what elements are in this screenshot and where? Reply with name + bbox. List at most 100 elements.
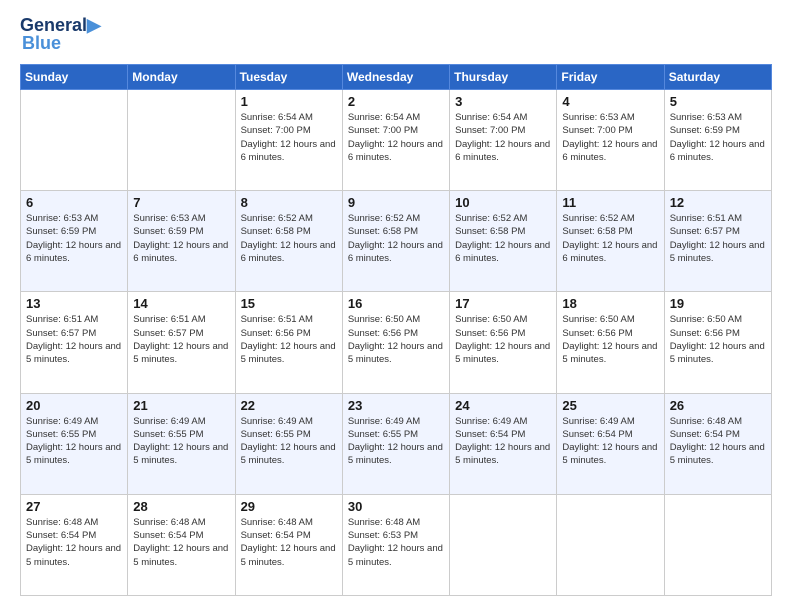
cell-info: Sunrise: 6:49 AM Sunset: 6:54 PM Dayligh… <box>455 415 551 468</box>
calendar-cell: 20 Sunrise: 6:49 AM Sunset: 6:55 PM Dayl… <box>21 393 128 494</box>
daylight: Daylight: 12 hours and 6 minutes. <box>562 240 657 264</box>
cell-info: Sunrise: 6:48 AM Sunset: 6:53 PM Dayligh… <box>348 516 444 569</box>
header: General▶ Blue <box>20 16 772 52</box>
sunset: Sunset: 6:55 PM <box>241 429 311 440</box>
cell-info: Sunrise: 6:50 AM Sunset: 6:56 PM Dayligh… <box>455 313 551 366</box>
daylight: Daylight: 12 hours and 6 minutes. <box>455 240 550 264</box>
calendar-cell: 16 Sunrise: 6:50 AM Sunset: 6:56 PM Dayl… <box>342 292 449 393</box>
logo-blue: Blue <box>22 34 61 52</box>
calendar-cell: 15 Sunrise: 6:51 AM Sunset: 6:56 PM Dayl… <box>235 292 342 393</box>
day-number: 24 <box>455 398 551 413</box>
daylight: Daylight: 12 hours and 6 minutes. <box>26 240 121 264</box>
calendar-cell: 8 Sunrise: 6:52 AM Sunset: 6:58 PM Dayli… <box>235 191 342 292</box>
calendar-cell: 24 Sunrise: 6:49 AM Sunset: 6:54 PM Dayl… <box>450 393 557 494</box>
sunset: Sunset: 6:55 PM <box>26 429 96 440</box>
sunset: Sunset: 6:59 PM <box>26 226 96 237</box>
daylight: Daylight: 12 hours and 5 minutes. <box>562 341 657 365</box>
day-number: 17 <box>455 296 551 311</box>
cell-info: Sunrise: 6:49 AM Sunset: 6:55 PM Dayligh… <box>26 415 122 468</box>
calendar-cell: 1 Sunrise: 6:54 AM Sunset: 7:00 PM Dayli… <box>235 90 342 191</box>
sunrise: Sunrise: 6:52 AM <box>455 213 527 224</box>
cell-info: Sunrise: 6:49 AM Sunset: 6:55 PM Dayligh… <box>241 415 337 468</box>
calendar-cell <box>450 494 557 595</box>
sunset: Sunset: 6:59 PM <box>133 226 203 237</box>
sunset: Sunset: 6:53 PM <box>348 530 418 541</box>
calendar-cell: 30 Sunrise: 6:48 AM Sunset: 6:53 PM Dayl… <box>342 494 449 595</box>
day-number: 14 <box>133 296 229 311</box>
calendar-cell: 13 Sunrise: 6:51 AM Sunset: 6:57 PM Dayl… <box>21 292 128 393</box>
logo: General▶ Blue <box>20 16 101 52</box>
weekday-header: Monday <box>128 65 235 90</box>
daylight: Daylight: 12 hours and 5 minutes. <box>455 442 550 466</box>
cell-info: Sunrise: 6:50 AM Sunset: 6:56 PM Dayligh… <box>348 313 444 366</box>
cell-info: Sunrise: 6:53 AM Sunset: 6:59 PM Dayligh… <box>133 212 229 265</box>
calendar-cell: 28 Sunrise: 6:48 AM Sunset: 6:54 PM Dayl… <box>128 494 235 595</box>
day-number: 11 <box>562 195 658 210</box>
daylight: Daylight: 12 hours and 5 minutes. <box>133 442 228 466</box>
sunset: Sunset: 6:56 PM <box>241 328 311 339</box>
day-number: 20 <box>26 398 122 413</box>
weekday-header: Saturday <box>664 65 771 90</box>
cell-info: Sunrise: 6:54 AM Sunset: 7:00 PM Dayligh… <box>348 111 444 164</box>
sunrise: Sunrise: 6:50 AM <box>562 314 634 325</box>
weekday-header: Sunday <box>21 65 128 90</box>
sunrise: Sunrise: 6:48 AM <box>26 517 98 528</box>
day-number: 12 <box>670 195 766 210</box>
cell-info: Sunrise: 6:52 AM Sunset: 6:58 PM Dayligh… <box>348 212 444 265</box>
sunset: Sunset: 6:54 PM <box>455 429 525 440</box>
sunset: Sunset: 6:57 PM <box>133 328 203 339</box>
calendar-cell: 27 Sunrise: 6:48 AM Sunset: 6:54 PM Dayl… <box>21 494 128 595</box>
daylight: Daylight: 12 hours and 6 minutes. <box>348 139 443 163</box>
daylight: Daylight: 12 hours and 5 minutes. <box>455 341 550 365</box>
sunset: Sunset: 6:58 PM <box>348 226 418 237</box>
logo-text: General▶ <box>20 16 101 34</box>
sunrise: Sunrise: 6:51 AM <box>133 314 205 325</box>
cell-info: Sunrise: 6:50 AM Sunset: 6:56 PM Dayligh… <box>670 313 766 366</box>
day-number: 4 <box>562 94 658 109</box>
sunset: Sunset: 7:00 PM <box>241 125 311 136</box>
daylight: Daylight: 12 hours and 6 minutes. <box>133 240 228 264</box>
page: General▶ Blue SundayMondayTuesdayWednesd… <box>0 0 792 612</box>
sunset: Sunset: 6:54 PM <box>26 530 96 541</box>
day-number: 19 <box>670 296 766 311</box>
day-number: 1 <box>241 94 337 109</box>
daylight: Daylight: 12 hours and 6 minutes. <box>670 139 765 163</box>
cell-info: Sunrise: 6:48 AM Sunset: 6:54 PM Dayligh… <box>133 516 229 569</box>
day-number: 29 <box>241 499 337 514</box>
daylight: Daylight: 12 hours and 5 minutes. <box>670 240 765 264</box>
sunset: Sunset: 6:56 PM <box>670 328 740 339</box>
calendar-cell <box>664 494 771 595</box>
cell-info: Sunrise: 6:53 AM Sunset: 7:00 PM Dayligh… <box>562 111 658 164</box>
daylight: Daylight: 12 hours and 5 minutes. <box>26 341 121 365</box>
sunrise: Sunrise: 6:48 AM <box>133 517 205 528</box>
cell-info: Sunrise: 6:52 AM Sunset: 6:58 PM Dayligh… <box>241 212 337 265</box>
calendar-cell: 23 Sunrise: 6:49 AM Sunset: 6:55 PM Dayl… <box>342 393 449 494</box>
calendar-cell: 21 Sunrise: 6:49 AM Sunset: 6:55 PM Dayl… <box>128 393 235 494</box>
sunset: Sunset: 6:56 PM <box>562 328 632 339</box>
sunset: Sunset: 7:00 PM <box>455 125 525 136</box>
daylight: Daylight: 12 hours and 5 minutes. <box>241 341 336 365</box>
daylight: Daylight: 12 hours and 5 minutes. <box>348 341 443 365</box>
day-number: 28 <box>133 499 229 514</box>
daylight: Daylight: 12 hours and 6 minutes. <box>562 139 657 163</box>
sunset: Sunset: 6:59 PM <box>670 125 740 136</box>
day-number: 10 <box>455 195 551 210</box>
daylight: Daylight: 12 hours and 5 minutes. <box>133 543 228 567</box>
sunrise: Sunrise: 6:49 AM <box>133 416 205 427</box>
calendar-cell: 17 Sunrise: 6:50 AM Sunset: 6:56 PM Dayl… <box>450 292 557 393</box>
weekday-header: Wednesday <box>342 65 449 90</box>
calendar-cell: 4 Sunrise: 6:53 AM Sunset: 7:00 PM Dayli… <box>557 90 664 191</box>
day-number: 26 <box>670 398 766 413</box>
daylight: Daylight: 12 hours and 5 minutes. <box>348 543 443 567</box>
cell-info: Sunrise: 6:53 AM Sunset: 6:59 PM Dayligh… <box>670 111 766 164</box>
weekday-header: Tuesday <box>235 65 342 90</box>
calendar-cell: 26 Sunrise: 6:48 AM Sunset: 6:54 PM Dayl… <box>664 393 771 494</box>
sunset: Sunset: 6:58 PM <box>241 226 311 237</box>
cell-info: Sunrise: 6:49 AM Sunset: 6:55 PM Dayligh… <box>348 415 444 468</box>
calendar-cell: 18 Sunrise: 6:50 AM Sunset: 6:56 PM Dayl… <box>557 292 664 393</box>
daylight: Daylight: 12 hours and 5 minutes. <box>670 341 765 365</box>
sunrise: Sunrise: 6:49 AM <box>26 416 98 427</box>
calendar-cell: 5 Sunrise: 6:53 AM Sunset: 6:59 PM Dayli… <box>664 90 771 191</box>
sunset: Sunset: 7:00 PM <box>562 125 632 136</box>
calendar-cell: 11 Sunrise: 6:52 AM Sunset: 6:58 PM Dayl… <box>557 191 664 292</box>
